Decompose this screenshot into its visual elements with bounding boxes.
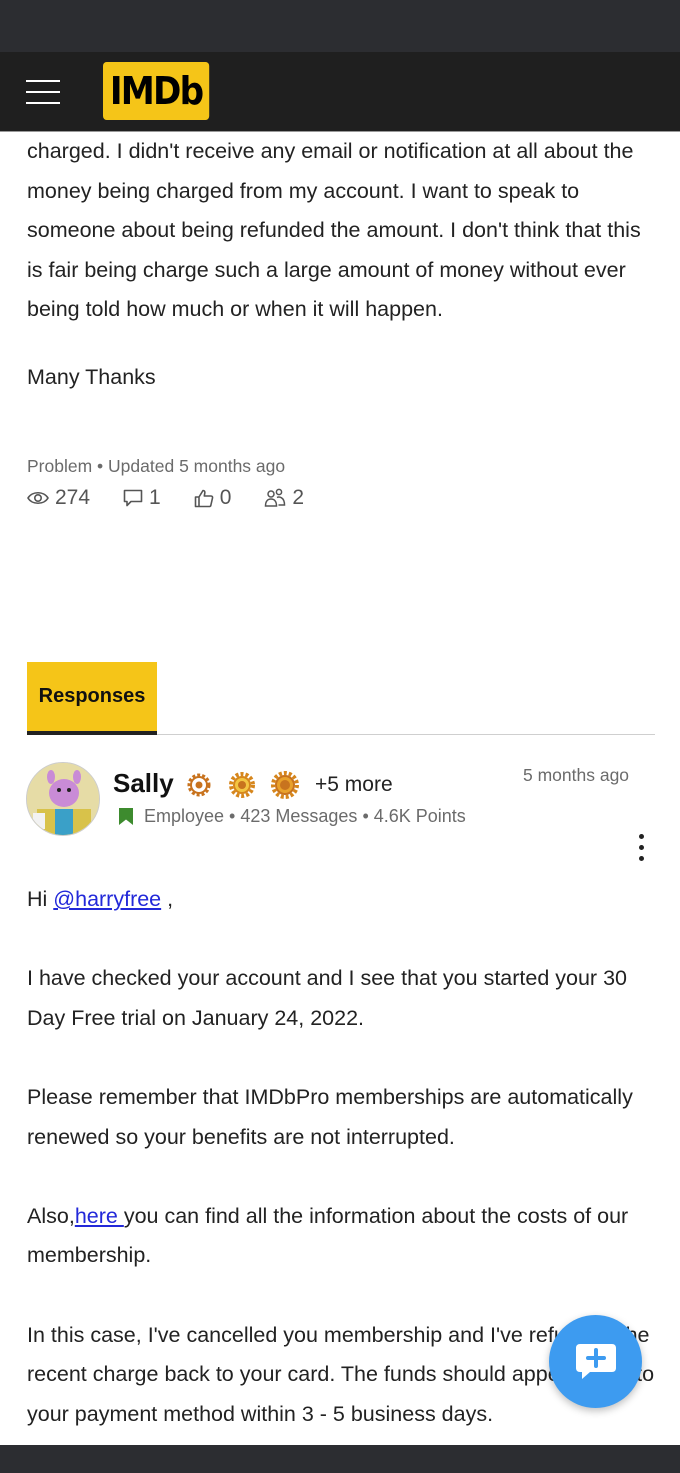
author-role: Employee [144,806,225,826]
question-signoff: Many Thanks [27,364,156,389]
bookmark-icon [119,808,133,825]
question-type[interactable]: Problem [27,456,92,476]
kebab-menu-icon[interactable] [630,834,652,864]
question-updated: Updated 5 months ago [108,456,286,476]
author-messages: 423 Messages [240,806,358,826]
followers-stat[interactable]: 2 [264,486,304,510]
views-stat: 274 [27,486,90,510]
question-paragraph: charged. I didn't receive any email or n… [27,139,641,322]
here-link[interactable]: here [75,1204,124,1228]
author-points: 4.6K Points [373,806,466,826]
avatar[interactable] [26,762,100,836]
thumbs-up-icon [194,489,214,507]
sun-badge-icon [271,771,299,799]
author-meta: Employee • 423 Messages • 4.6K Points [118,806,466,827]
add-comment-button[interactable] [549,1315,642,1408]
eye-icon [27,491,49,505]
hamburger-menu-icon[interactable] [26,80,60,104]
response-paragraph-1: I have checked your account and I see th… [27,966,627,1030]
author-name[interactable]: Sally [113,768,174,799]
question-stats: 274 1 0 2 [27,486,337,510]
sun-badge-icon [187,773,211,797]
comments-stat[interactable]: 1 [123,486,161,510]
likes-count: 0 [219,486,232,509]
response-tabs: Responses [27,662,655,735]
followers-icon [265,488,286,507]
comments-count: 1 [149,486,161,509]
add-comment-icon [575,1343,616,1379]
mention-link[interactable]: @harryfree [53,887,161,911]
response-paragraph-2: Please remember that IMDbPro memberships… [27,1084,633,1149]
tab-responses[interactable]: Responses [27,662,157,735]
likes-stat[interactable]: 0 [194,486,232,510]
system-nav-bar [0,1445,680,1473]
post-timestamp: 5 months ago [523,765,630,785]
status-bar [0,0,680,52]
sun-badge-icon [229,772,255,798]
question-meta: Problem • Updated 5 months ago [27,456,286,476]
comment-icon [123,489,143,507]
more-ranks-link[interactable]: +5 more [315,773,393,797]
imdb-logo[interactable]: IMDb [103,62,210,120]
question-body: charged. I didn't receive any email or n… [27,132,657,398]
app-header: IMDb [0,52,680,132]
followers-count: 2 [292,486,305,509]
greeting: Hi @harryfree , [27,887,174,911]
rank-badges: +5 more [184,770,393,800]
response-paragraph-3: Also,here you can find all the informati… [27,1203,629,1268]
views-count: 274 [55,486,91,509]
